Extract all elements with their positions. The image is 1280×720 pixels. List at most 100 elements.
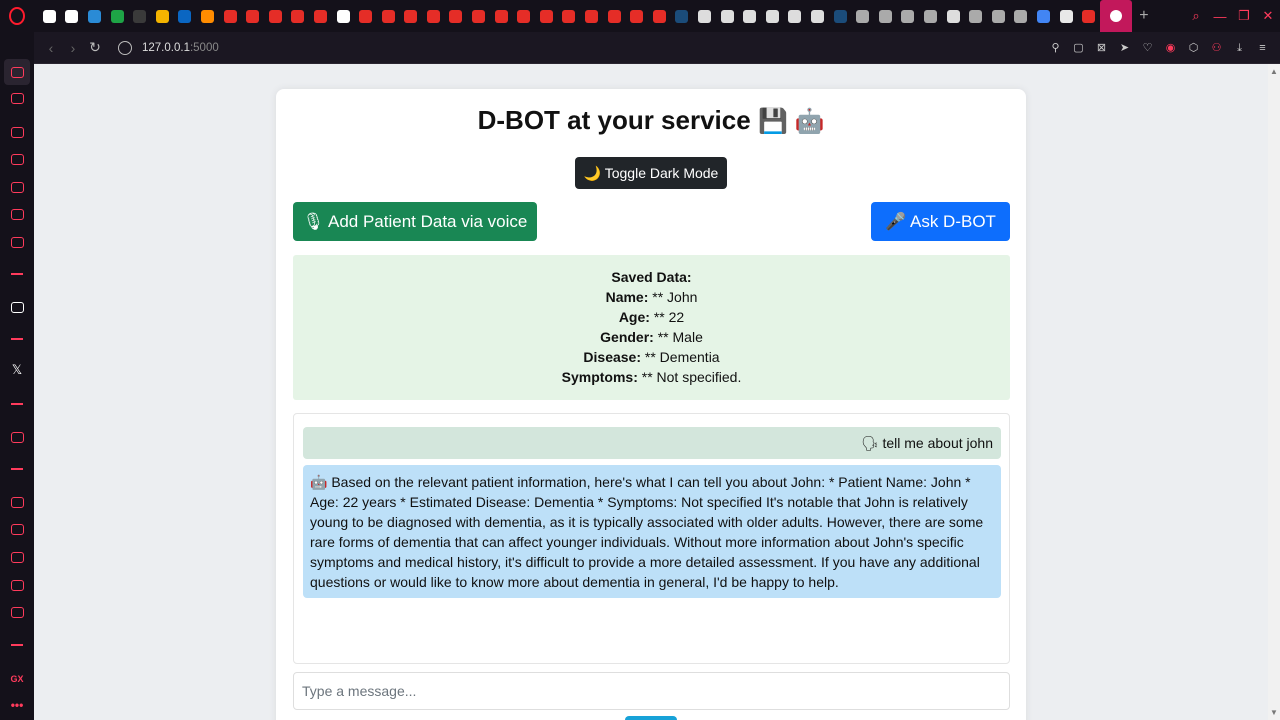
browser-tab[interactable]	[580, 0, 603, 32]
minimize-icon[interactable]: —	[1208, 9, 1232, 24]
browser-tab[interactable]	[1010, 0, 1033, 32]
browser-tab[interactable]	[377, 0, 400, 32]
browser-tab[interactable]	[354, 0, 377, 32]
browser-tab[interactable]	[558, 0, 581, 32]
browser-tab[interactable]	[264, 0, 287, 32]
browser-tab[interactable]	[219, 0, 242, 32]
settings-icon[interactable]	[9, 604, 25, 620]
tab-favicon-icon	[155, 9, 169, 23]
browser-tab[interactable]	[106, 0, 129, 32]
site-info-icon[interactable]	[118, 40, 132, 55]
back-icon[interactable]: ‹	[40, 40, 62, 56]
browser-tab-active[interactable]	[1099, 0, 1132, 32]
ask-dbot-button[interactable]: 🎤 Ask D-BOT	[871, 202, 1010, 241]
browser-tab[interactable]	[196, 0, 219, 32]
browser-tab[interactable]	[467, 0, 490, 32]
extensions-sidebar-icon[interactable]	[9, 577, 25, 593]
browser-tab[interactable]	[1055, 0, 1078, 32]
browser-tab[interactable]	[174, 0, 197, 32]
browser-tab[interactable]	[987, 0, 1010, 32]
browser-tab[interactable]	[422, 0, 445, 32]
profile-icon[interactable]: ⚇	[1209, 41, 1224, 55]
cleaner-icon[interactable]	[9, 151, 25, 167]
browser-tab[interactable]	[829, 0, 852, 32]
add-patient-voice-button[interactable]: 🎙 Add Patient Data via voice	[293, 202, 537, 241]
browser-tab[interactable]	[784, 0, 807, 32]
gamepad-icon[interactable]	[9, 90, 25, 106]
browser-tab[interactable]	[919, 0, 942, 32]
reload-icon[interactable]: ↻	[84, 39, 106, 56]
browser-tab[interactable]	[625, 0, 648, 32]
tab-favicon-icon	[630, 9, 644, 23]
browser-tab[interactable]	[128, 0, 151, 32]
page-scrollbar[interactable]: ▲ ▼	[1268, 64, 1280, 720]
forward-icon[interactable]: ›	[62, 40, 84, 56]
browser-tab[interactable]	[151, 0, 174, 32]
browser-tab[interactable]	[761, 0, 784, 32]
scroll-down-icon[interactable]: ▼	[1270, 708, 1278, 717]
downloads-icon[interactable]: ⤓	[1232, 41, 1247, 55]
player-sidebar-icon[interactable]	[9, 429, 25, 445]
player-icon[interactable]: ◉	[1163, 41, 1178, 55]
browser-tab[interactable]	[400, 0, 423, 32]
corner-icon[interactable]	[9, 179, 25, 195]
saved-field-symptoms: Symptoms: ** Not specified.	[293, 367, 1010, 387]
browser-tab[interactable]	[287, 0, 310, 32]
message-input[interactable]	[293, 672, 1010, 710]
send-button[interactable]	[625, 716, 677, 720]
flow-send-icon[interactable]: ➤	[1117, 41, 1132, 55]
x-twitter-icon[interactable]: 𝕏	[0, 362, 34, 378]
browser-tab[interactable]	[445, 0, 468, 32]
adblock-icon[interactable]: ⊠	[1094, 41, 1109, 55]
snapshot-icon[interactable]: ▢	[1071, 41, 1086, 55]
browser-tab[interactable]	[851, 0, 874, 32]
pin-icon[interactable]: ⚲	[1048, 41, 1063, 55]
gx-logo-icon[interactable]: GX	[0, 674, 34, 684]
chat-history[interactable]: 🗣 tell me about john 🤖 Based on the rele…	[293, 413, 1010, 664]
wallpaper-icon[interactable]	[9, 206, 25, 222]
browser-tab[interactable]	[1032, 0, 1055, 32]
browser-tab[interactable]	[603, 0, 626, 32]
close-window-icon[interactable]: ✕	[1256, 8, 1280, 24]
browser-tab[interactable]	[38, 0, 61, 32]
browser-tab[interactable]	[490, 0, 513, 32]
browser-tab[interactable]	[241, 0, 264, 32]
pinboard-icon[interactable]	[9, 494, 25, 510]
url-field[interactable]: 127.0.0.1:5000	[142, 42, 219, 54]
tab-favicon-icon	[675, 9, 689, 23]
browser-tab[interactable]	[61, 0, 84, 32]
gx-control-icon[interactable]	[9, 124, 25, 140]
browser-tab[interactable]	[874, 0, 897, 32]
home-icon[interactable]	[4, 59, 30, 85]
browser-tab[interactable]	[964, 0, 987, 32]
browser-tab[interactable]	[942, 0, 965, 32]
browser-tab[interactable]	[1077, 0, 1100, 32]
extensions-icon[interactable]: ⬡	[1186, 41, 1201, 55]
browser-tab[interactable]	[738, 0, 761, 32]
tab-favicon-icon	[562, 9, 576, 23]
browser-tab[interactable]	[83, 0, 106, 32]
scroll-up-icon[interactable]: ▲	[1270, 67, 1278, 76]
browser-tab[interactable]	[897, 0, 920, 32]
history-icon[interactable]	[9, 549, 25, 565]
browser-tab[interactable]	[671, 0, 694, 32]
toggle-dark-mode-button[interactable]: 🌙 Toggle Dark Mode	[575, 157, 727, 189]
browser-tab[interactable]	[806, 0, 829, 32]
opera-menu-icon[interactable]	[0, 0, 34, 32]
tab-islands-icon[interactable]	[9, 521, 25, 537]
browser-tab[interactable]	[693, 0, 716, 32]
browser-tab[interactable]	[512, 0, 535, 32]
more-icon[interactable]: •••	[0, 698, 34, 712]
aria-icon[interactable]	[9, 299, 25, 315]
bookmark-heart-icon[interactable]: ♡	[1140, 41, 1155, 55]
browser-tab[interactable]	[535, 0, 558, 32]
easy-setup-icon[interactable]: ≡	[1255, 41, 1270, 55]
browser-tab[interactable]	[648, 0, 671, 32]
browser-tab[interactable]	[332, 0, 355, 32]
search-tabs-icon[interactable]: ⌕	[1184, 8, 1208, 24]
new-tab-button[interactable]: +	[1132, 7, 1156, 25]
mods-icon[interactable]	[9, 234, 25, 250]
browser-tab[interactable]	[309, 0, 332, 32]
browser-tab[interactable]	[716, 0, 739, 32]
restore-icon[interactable]: ❐	[1232, 8, 1256, 24]
